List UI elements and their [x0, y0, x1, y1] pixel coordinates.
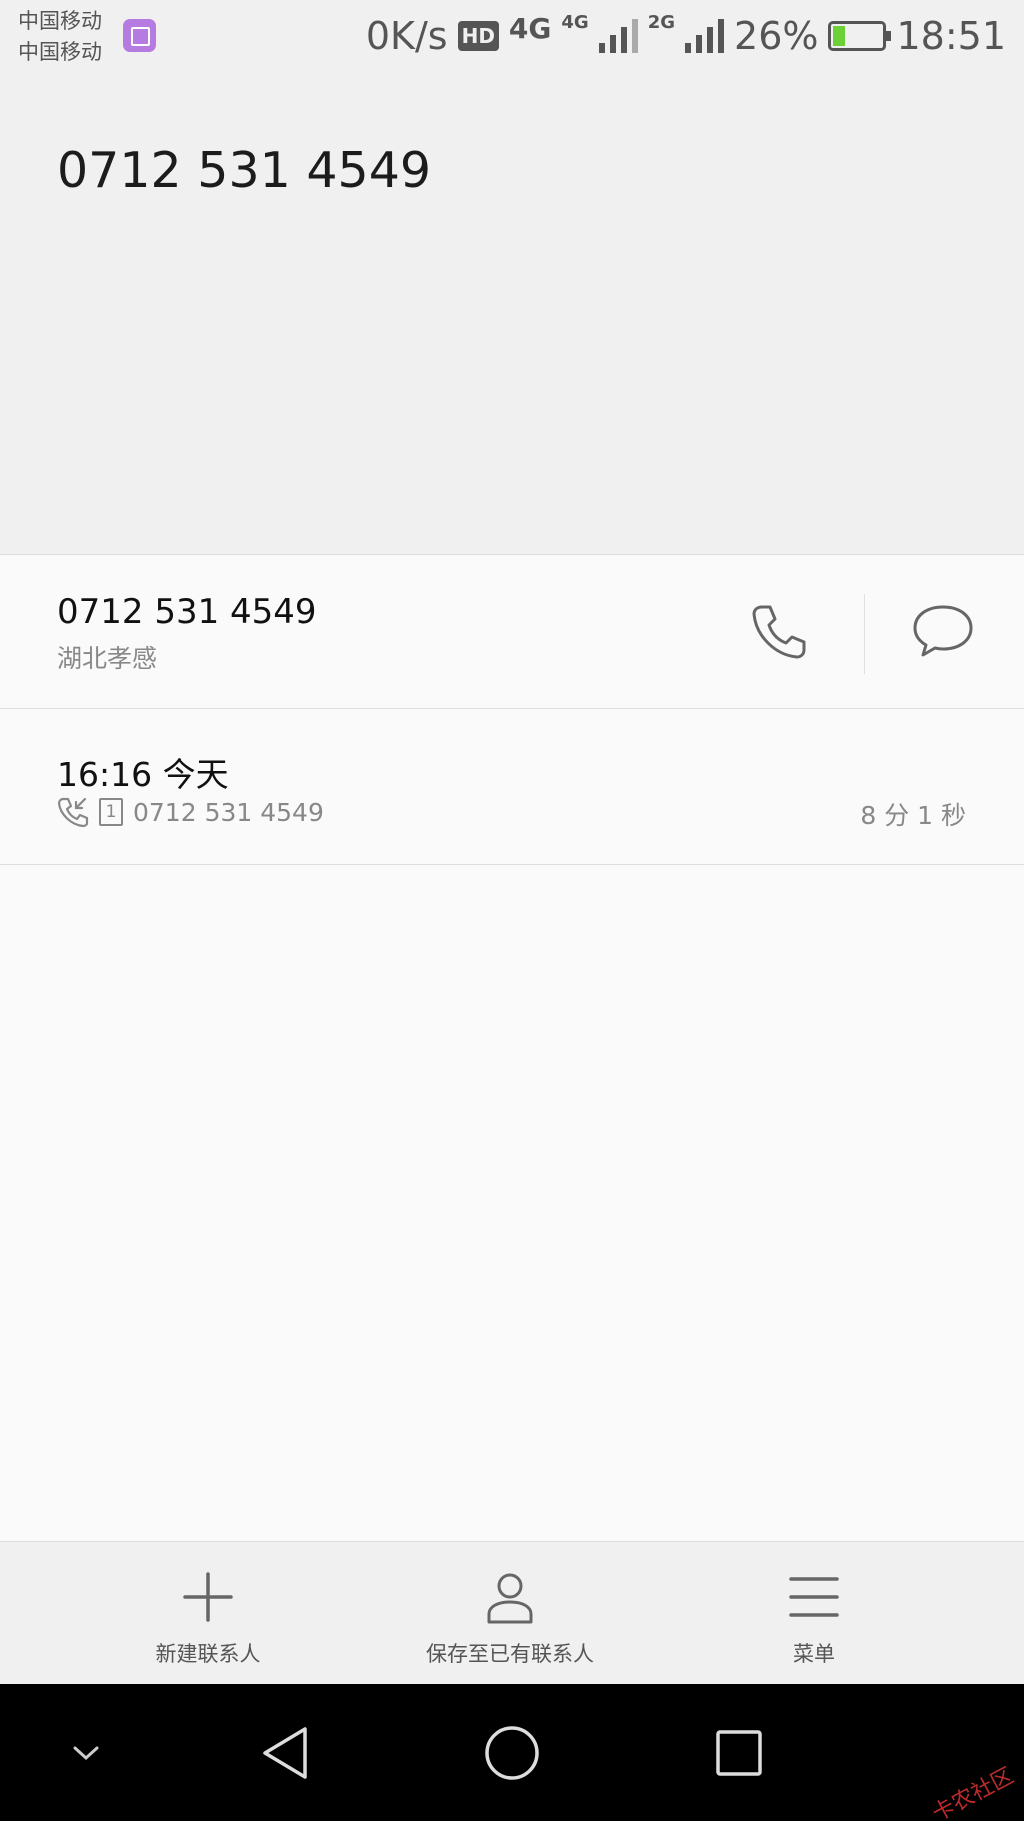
hide-nav-button[interactable] [56, 1684, 116, 1821]
carrier-labels: 中国移动 中国移动 [18, 6, 102, 68]
clock: 18:51 [896, 14, 1006, 58]
chevron-down-icon [73, 1746, 99, 1760]
message-button[interactable] [910, 601, 976, 661]
network-type-2: 4G [561, 12, 589, 33]
watermark-logo: 卡农社区 [928, 1763, 1018, 1821]
home-button[interactable] [476, 1684, 548, 1821]
contact-phone-number: 0712 531 4549 [57, 592, 317, 632]
call-detail-screen: 中国移动 中国移动 0K/s HD 4G 4G 2G 26% 18:51 071… [0, 0, 1024, 1821]
save-to-existing-label: 保存至已有联系人 [426, 1642, 594, 1666]
net-speed: 0K/s [365, 14, 448, 58]
recents-button[interactable] [704, 1684, 774, 1821]
action-divider [864, 594, 865, 674]
plus-icon [183, 1572, 233, 1622]
new-contact-button[interactable]: 新建联系人 [118, 1542, 298, 1685]
network-type-1: 4G [508, 12, 552, 45]
call-log-number: 0712 531 4549 [133, 797, 324, 827]
system-navigation-bar: 卡农社区 [0, 1684, 1024, 1821]
hd-badge: HD [457, 21, 499, 51]
back-triangle-icon [263, 1726, 307, 1779]
new-contact-label: 新建联系人 [155, 1642, 261, 1666]
number-row[interactable]: 0712 531 4549 湖北孝感 [0, 556, 1024, 709]
gallery-notification-icon [123, 19, 156, 52]
call-detail: 1 0712 531 4549 [57, 796, 324, 828]
save-to-existing-button[interactable]: 保存至已有联系人 [410, 1542, 610, 1685]
status-indicators: 0K/s HD 4G 4G 2G 26% 18:51 [366, 10, 1006, 62]
phone-icon [752, 605, 806, 659]
battery-icon [828, 21, 892, 51]
incoming-call-icon [57, 797, 89, 828]
status-bar: 中国移动 中国移动 0K/s HD 4G 4G 2G 26% 18:51 [0, 0, 1024, 72]
sim-card-badge: 1 [99, 798, 123, 826]
recents-square-icon [716, 1729, 762, 1776]
back-button[interactable] [250, 1684, 320, 1821]
carrier-2: 中国移动 [18, 40, 102, 64]
bottom-action-bar: 新建联系人 保存至已有联系人 菜单 [0, 1541, 1024, 1684]
person-icon [487, 1573, 533, 1624]
call-button[interactable] [748, 601, 810, 663]
contact-location: 湖北孝感 [57, 644, 158, 673]
signal-icon-1 [598, 19, 638, 53]
signal-icon-2 [685, 19, 725, 53]
battery-percent: 26% [734, 14, 819, 58]
carrier-1: 中国移动 [18, 9, 102, 33]
caller-header: 0712 531 4549 [0, 72, 1024, 555]
network-type-3: 2G [647, 12, 676, 33]
message-bubble-icon [913, 605, 973, 657]
call-time: 16:16 今天 [57, 755, 229, 794]
menu-button[interactable]: 菜单 [744, 1542, 884, 1685]
call-duration: 8 分 1 秒 [860, 801, 966, 830]
menu-label: 菜单 [793, 1642, 835, 1666]
call-log-entry[interactable]: 16:16 今天 1 0712 531 4549 8 分 1 秒 [0, 710, 1024, 865]
home-circle-icon [485, 1725, 539, 1780]
hamburger-menu-icon [789, 1577, 839, 1617]
battery-fill [833, 26, 846, 46]
header-phone-number: 0712 531 4549 [57, 142, 432, 199]
